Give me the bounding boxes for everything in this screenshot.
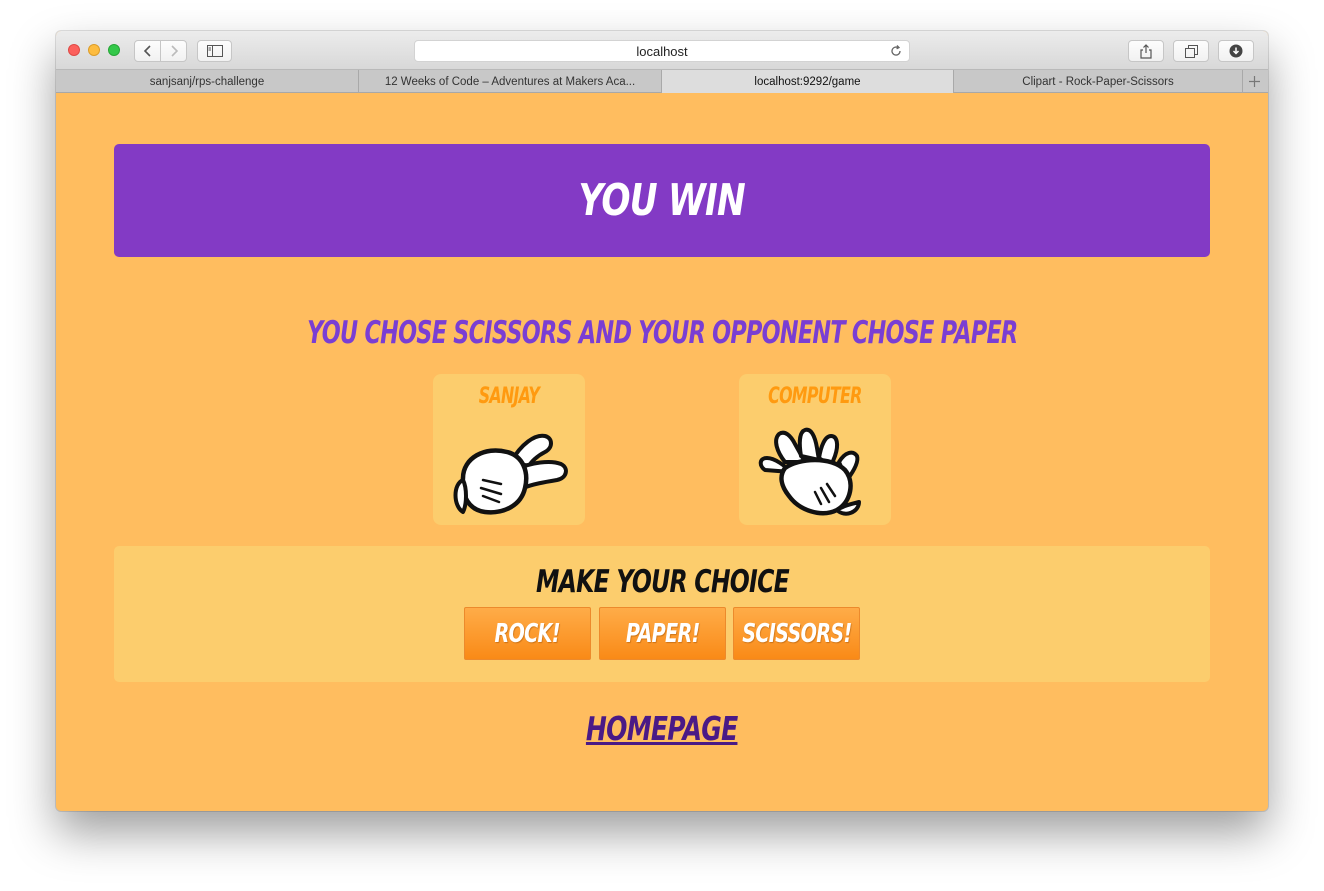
- player2-name: Computer: [768, 384, 862, 409]
- choice-summary: You chose Scissors and your opponent cho…: [56, 315, 1268, 351]
- homepage-link-text[interactable]: Homepage: [586, 709, 738, 748]
- reload-icon[interactable]: [889, 44, 903, 58]
- scissors-button-label: Scissors!: [741, 618, 852, 649]
- paper-hand-icon: [758, 427, 861, 516]
- address-bar[interactable]: localhost: [414, 40, 910, 62]
- choice-title-text: Make your choice: [535, 564, 790, 600]
- chevron-right-icon: [170, 45, 178, 57]
- choice-panel: Make your choice Rock! Paper! Scissors!: [114, 546, 1210, 682]
- browser-window: localhost sanjsanj/rps-challenge 12 Week…: [56, 31, 1268, 811]
- chevron-left-icon: [143, 45, 151, 57]
- sidebar-toggle-button[interactable]: [197, 40, 232, 62]
- scissors-hand-icon: [453, 433, 568, 515]
- share-button[interactable]: [1128, 40, 1164, 62]
- homepage-link[interactable]: Homepage: [56, 709, 1268, 748]
- sidebar-icon: [206, 45, 223, 57]
- new-tab-button[interactable]: [1243, 70, 1266, 93]
- paper-button-label: Paper!: [625, 618, 700, 649]
- show-tabs-button[interactable]: [1173, 40, 1209, 62]
- tab-rps-challenge[interactable]: sanjsanj/rps-challenge: [56, 70, 359, 93]
- player-name: Sanjay: [433, 384, 585, 409]
- tabs-overview-icon: [1184, 44, 1198, 58]
- result-banner: You win: [114, 144, 1210, 257]
- player-card-computer: Computer: [739, 374, 891, 525]
- tab-bar: sanjsanj/rps-challenge 12 Weeks of Code …: [56, 70, 1268, 93]
- paper-button[interactable]: Paper!: [599, 607, 726, 660]
- download-icon: [1229, 44, 1243, 58]
- player-card-sanjay: Sanjay: [433, 374, 585, 525]
- scissors-button[interactable]: Scissors!: [733, 607, 860, 660]
- address-text: localhost: [636, 43, 688, 59]
- player-name: Computer: [739, 384, 891, 409]
- rock-button[interactable]: Rock!: [464, 607, 591, 660]
- rock-button-label: Rock!: [494, 618, 561, 649]
- downloads-button[interactable]: [1218, 40, 1254, 62]
- result-text: You win: [578, 175, 746, 226]
- game-page: You win You chose Scissors and your oppo…: [56, 93, 1268, 811]
- choice-title: Make your choice: [114, 564, 1210, 600]
- forward-button[interactable]: [160, 40, 187, 62]
- choice-summary-text: You chose Scissors and your opponent cho…: [306, 315, 1018, 351]
- close-window-button[interactable]: [68, 44, 80, 56]
- tab-clipart[interactable]: Clipart - Rock-Paper-Scissors: [954, 70, 1243, 93]
- share-icon: [1140, 43, 1152, 59]
- tab-12-weeks-of-code[interactable]: 12 Weeks of Code – Adventures at Makers …: [359, 70, 662, 93]
- plus-icon: [1249, 76, 1260, 87]
- zoom-window-button[interactable]: [108, 44, 120, 56]
- minimize-window-button[interactable]: [88, 44, 100, 56]
- back-button[interactable]: [134, 40, 161, 62]
- title-bar: localhost: [56, 31, 1268, 70]
- player1-name: Sanjay: [478, 384, 540, 409]
- tab-localhost-game[interactable]: localhost:9292/game: [662, 70, 954, 93]
